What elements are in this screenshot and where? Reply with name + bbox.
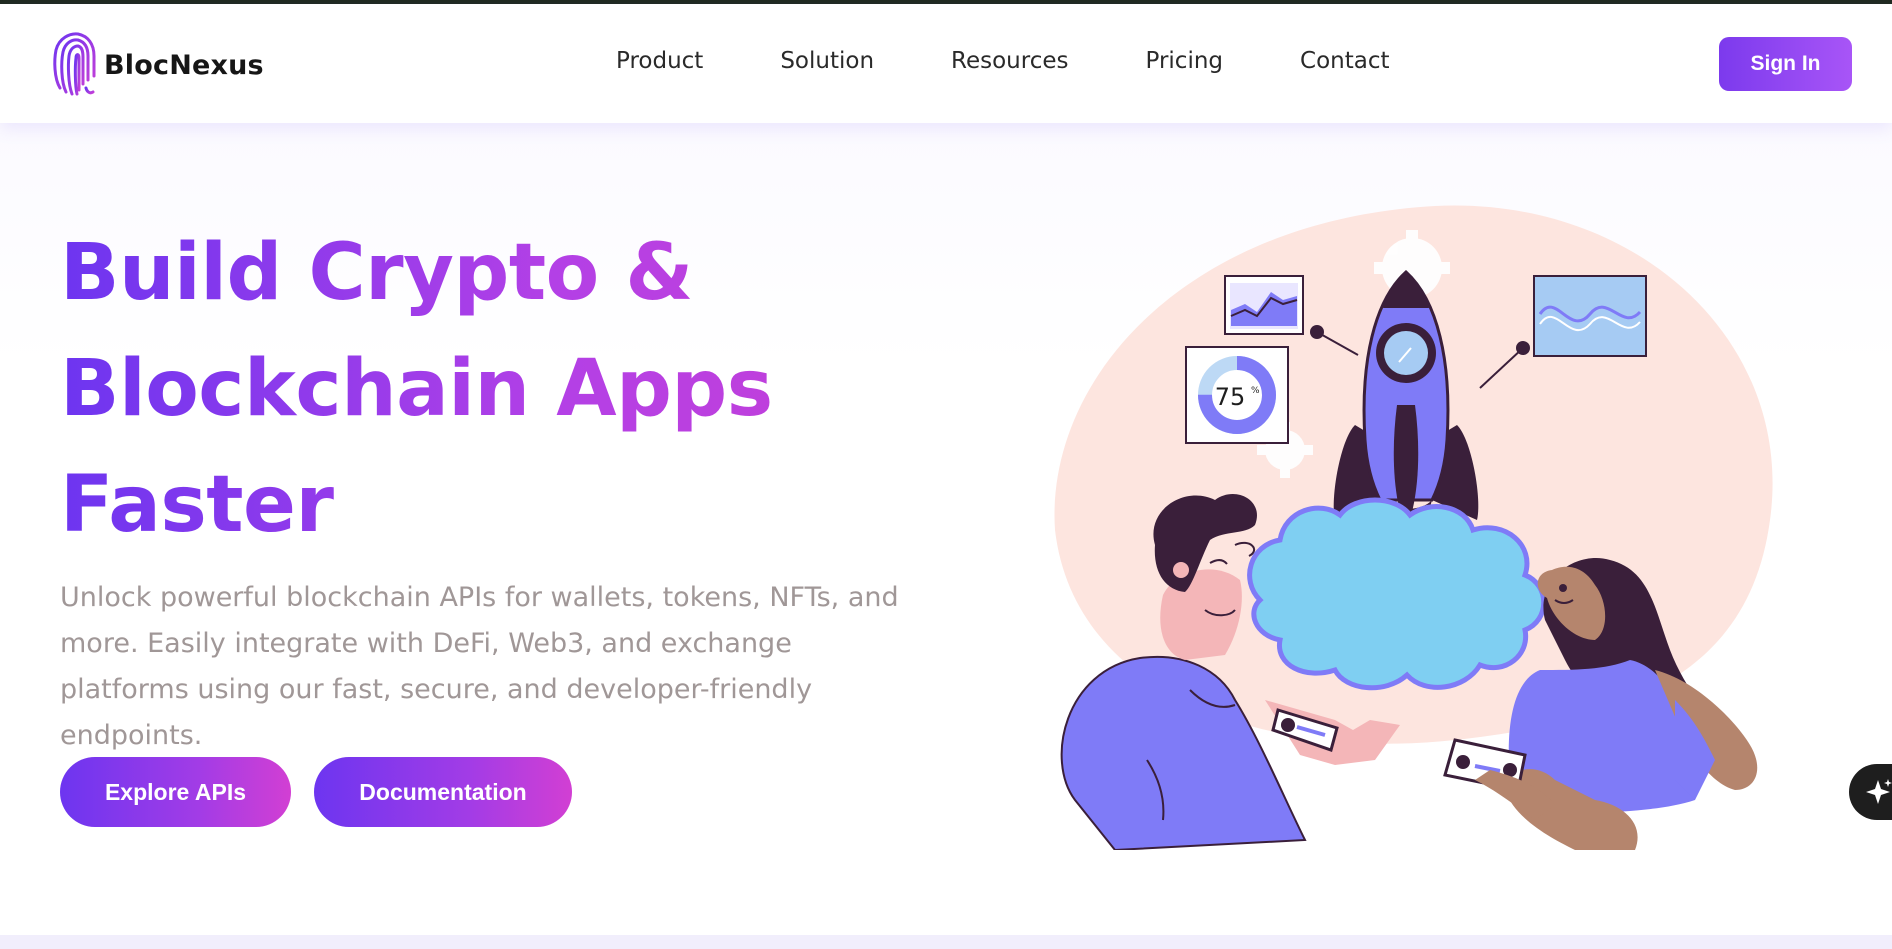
site-header: BlocNexus Product Solution Resources Pri… [0, 4, 1892, 123]
next-section-edge [0, 935, 1892, 949]
progress-value: 75 [1215, 383, 1246, 411]
hero-illustration: 75 % [1054, 205, 1773, 850]
nav-product[interactable]: Product [616, 48, 703, 74]
sparkle-icon [1866, 779, 1892, 804]
hero-description: Unlock powerful blockchain APIs for wall… [60, 582, 899, 751]
hero-title-line-2: Blockchain Apps [60, 344, 773, 434]
wave-card [1533, 275, 1647, 357]
explore-apis-button[interactable]: Explore APIs [60, 757, 291, 827]
sign-in-button[interactable]: Sign In [1719, 37, 1852, 91]
nav-pricing[interactable]: Pricing [1146, 48, 1224, 74]
brand-name: BlocNexus [104, 49, 264, 81]
nav-contact[interactable]: Contact [1300, 48, 1389, 74]
hero-title-line-1: Build Crypto & [60, 228, 693, 318]
nav-solution[interactable]: Solution [780, 48, 874, 74]
progress-card: 75 % [1185, 346, 1289, 444]
chart-card [1224, 275, 1304, 335]
nav-resources[interactable]: Resources [951, 48, 1068, 74]
hero-title: Build Crypto & Blockchain Apps Faster [60, 215, 880, 563]
fingerprint-icon [53, 32, 96, 96]
documentation-button[interactable]: Documentation [314, 757, 572, 827]
smoke-cloud [1247, 497, 1547, 691]
progress-unit: % [1251, 386, 1260, 396]
hero-title-line-3: Faster [60, 460, 334, 550]
brand-logo[interactable]: BlocNexus [50, 29, 264, 101]
main-nav: Product Solution Resources Pricing Conta… [616, 48, 1390, 74]
